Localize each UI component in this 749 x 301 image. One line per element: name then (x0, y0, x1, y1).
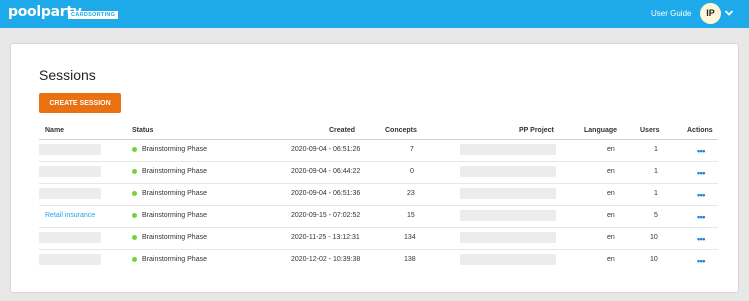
session-users: 10 (650, 256, 658, 263)
session-status: Brainstorming Phase (142, 168, 207, 175)
sessions-card: Sessions CREATE SESSION Name Status Crea… (10, 43, 739, 293)
session-users: 5 (654, 212, 658, 219)
session-status: Brainstorming Phase (142, 146, 207, 153)
status-dot-icon (132, 147, 137, 152)
session-name-redacted (39, 254, 101, 265)
column-header-language[interactable]: Language (584, 127, 617, 134)
session-concepts: 0 (410, 168, 414, 175)
session-concepts: 134 (404, 234, 416, 241)
more-actions-icon[interactable]: ••• (697, 235, 705, 244)
session-status: Brainstorming Phase (142, 234, 207, 241)
row-divider (39, 183, 718, 184)
session-created: 2020-09-04 - 06:44:22 (291, 168, 361, 175)
row-divider (39, 161, 718, 162)
session-status: Brainstorming Phase (142, 256, 207, 263)
row-divider (39, 249, 718, 250)
table-header-divider (39, 139, 718, 140)
pp-project-redacted (460, 254, 556, 265)
row-divider (39, 227, 718, 228)
session-name-redacted (39, 188, 101, 199)
column-header-pp-project[interactable]: PP Project (519, 127, 554, 134)
session-concepts: 15 (407, 212, 415, 219)
more-actions-icon[interactable]: ••• (697, 147, 705, 156)
session-status: Brainstorming Phase (142, 212, 207, 219)
session-language: en (607, 146, 615, 153)
session-users: 1 (654, 190, 658, 197)
more-actions-icon[interactable]: ••• (697, 257, 705, 266)
session-language: en (607, 234, 615, 241)
session-created: 2020-11-25 - 13:12:31 (291, 234, 360, 241)
session-concepts: 23 (407, 190, 415, 197)
session-users: 1 (654, 146, 658, 153)
session-language: en (607, 190, 615, 197)
column-header-created[interactable]: Created (329, 127, 355, 134)
column-header-actions: Actions (687, 127, 713, 134)
session-created: 2020-09-04 - 06:51:36 (291, 190, 361, 197)
session-language: en (607, 168, 615, 175)
session-created: 2020-09-15 - 07:02:52 (291, 212, 361, 219)
status-dot-icon (132, 191, 137, 196)
pp-project-redacted (460, 188, 556, 199)
user-avatar[interactable]: IP (700, 3, 721, 24)
session-name-redacted (39, 144, 101, 155)
session-concepts: 138 (404, 256, 416, 263)
session-status: Brainstorming Phase (142, 190, 207, 197)
top-bar: poolparty CARDSORTING User Guide IP (0, 0, 749, 28)
more-actions-icon[interactable]: ••• (697, 213, 705, 222)
session-name-link[interactable]: Retail insurance (45, 212, 95, 219)
pp-project-redacted (460, 144, 556, 155)
pp-project-redacted (460, 232, 556, 243)
session-users: 1 (654, 168, 658, 175)
session-language: en (607, 212, 615, 219)
column-header-status[interactable]: Status (132, 127, 153, 134)
more-actions-icon[interactable]: ••• (697, 169, 705, 178)
session-name-redacted (39, 166, 101, 177)
column-header-concepts[interactable]: Concepts (385, 127, 417, 134)
session-created: 2020-09-04 - 06:51:26 (291, 146, 361, 153)
status-dot-icon (132, 257, 137, 262)
status-dot-icon (132, 169, 137, 174)
pp-project-redacted (460, 166, 556, 177)
status-dot-icon (132, 213, 137, 218)
app-logo-badge: CARDSORTING (68, 11, 119, 19)
column-header-name[interactable]: Name (45, 127, 64, 134)
user-guide-link[interactable]: User Guide (651, 9, 691, 18)
row-divider (39, 205, 718, 206)
create-session-button[interactable]: CREATE SESSION (39, 93, 121, 113)
session-users: 10 (650, 234, 658, 241)
session-language: en (607, 256, 615, 263)
status-dot-icon (132, 235, 137, 240)
page-title: Sessions (39, 67, 96, 83)
session-created: 2020-12-02 - 10:39:38 (291, 256, 361, 263)
session-name-redacted (39, 232, 101, 243)
column-header-users[interactable]: Users (640, 127, 659, 134)
session-concepts: 7 (410, 146, 414, 153)
chevron-down-icon[interactable] (724, 8, 734, 18)
more-actions-icon[interactable]: ••• (697, 191, 705, 200)
pp-project-redacted (460, 210, 556, 221)
